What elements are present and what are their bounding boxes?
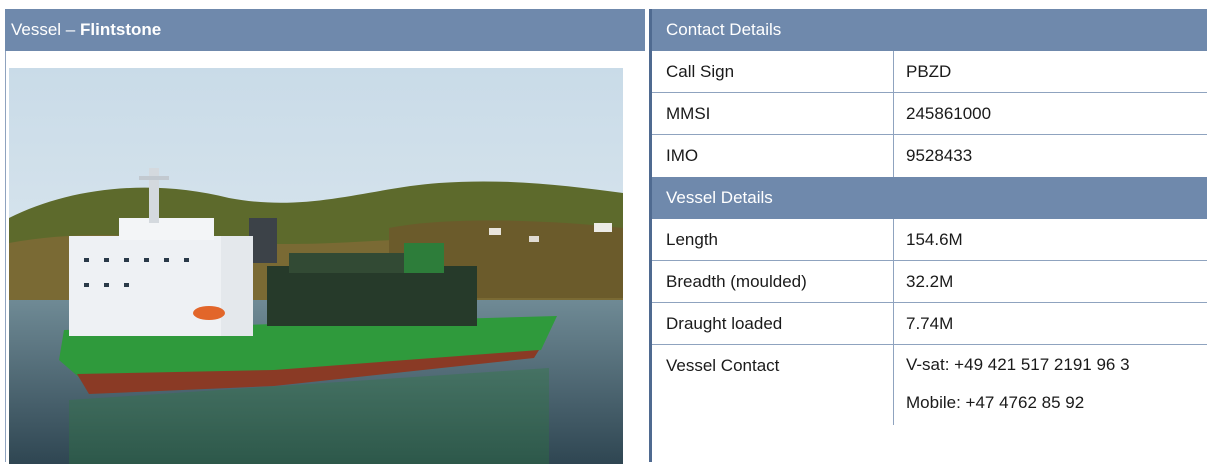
row-value: 7.74M — [906, 314, 954, 333]
row-value: 32.2M — [906, 272, 954, 291]
vessel-header-prefix: Vessel – — [11, 20, 80, 39]
row-value: V-sat: +49 421 517 2191 96 3 Mobile: +47… — [894, 345, 1207, 425]
row-label: IMO — [652, 135, 894, 177]
row-value: PBZD — [906, 62, 952, 81]
vessel-info-page: Vessel – Flintstone Contact Details Call… — [0, 0, 1212, 464]
row-label: Call Sign — [652, 51, 894, 92]
row-label: MMSI — [652, 93, 894, 134]
vessel-contact-row: Vessel Contact V-sat: +49 421 517 2191 9… — [652, 345, 1207, 425]
vessel-header: Vessel – Flintstone — [5, 9, 645, 51]
table-row: Call Sign PBZD — [652, 51, 1207, 93]
mobile-number: Mobile: +47 4762 85 92 — [906, 393, 1085, 412]
table-row: Draught loaded 7.74M — [652, 303, 1207, 345]
table-row: IMO 9528433 — [652, 135, 1207, 177]
row-label: Draught loaded — [652, 303, 894, 344]
details-panel: Contact Details Call Sign PBZD MMSI 2458… — [652, 9, 1207, 425]
row-value: 154.6M — [906, 230, 963, 249]
contact-details-header: Contact Details — [652, 9, 1207, 51]
row-value: 9528433 — [906, 146, 973, 165]
table-row: Length 154.6M — [652, 219, 1207, 261]
vsat-number: V-sat: +49 421 517 2191 96 3 — [906, 355, 1130, 374]
panel-left-border — [5, 51, 6, 462]
vessel-panel: Vessel – Flintstone — [5, 9, 645, 464]
vessel-name: Flintstone — [80, 20, 162, 39]
vessel-details-header: Vessel Details — [652, 177, 1207, 219]
row-label: Breadth (moulded) — [652, 261, 894, 302]
row-label: Length — [652, 219, 894, 260]
ship-photo-icon — [9, 68, 623, 464]
table-row: MMSI 245861000 — [652, 93, 1207, 135]
row-value: 245861000 — [906, 104, 992, 123]
table-row: Breadth (moulded) 32.2M — [652, 261, 1207, 303]
row-label: Vessel Contact — [652, 345, 894, 425]
vessel-photo — [9, 68, 623, 464]
